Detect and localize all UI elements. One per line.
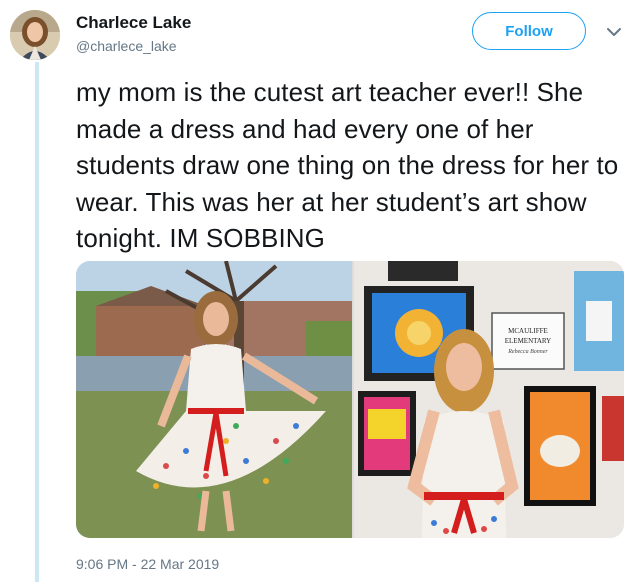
- photo-dress-outdoors[interactable]: [76, 261, 352, 538]
- photo-art-show[interactable]: MCAULIFFE ELEMENTARY Rebecca Bonner: [354, 261, 624, 538]
- author-handle[interactable]: @charlece_lake: [76, 38, 177, 54]
- chevron-down-icon[interactable]: [606, 26, 622, 38]
- sign-line-3: Rebecca Bonner: [507, 349, 548, 355]
- tweet-timestamp[interactable]: 9:06 PM - 22 Mar 2019: [76, 556, 219, 572]
- follow-button[interactable]: Follow: [472, 12, 586, 50]
- thread-connector-line: [35, 62, 39, 582]
- media-grid: MCAULIFFE ELEMENTARY Rebecca Bonner: [76, 261, 624, 538]
- tweet-text: my mom is the cutest art teacher ever!! …: [76, 77, 619, 253]
- avatar[interactable]: [10, 10, 60, 60]
- sign-line-2: ELEMENTARY: [505, 337, 552, 345]
- sign-line-1: MCAULIFFE: [508, 327, 548, 335]
- author-name[interactable]: Charlece Lake: [76, 13, 191, 33]
